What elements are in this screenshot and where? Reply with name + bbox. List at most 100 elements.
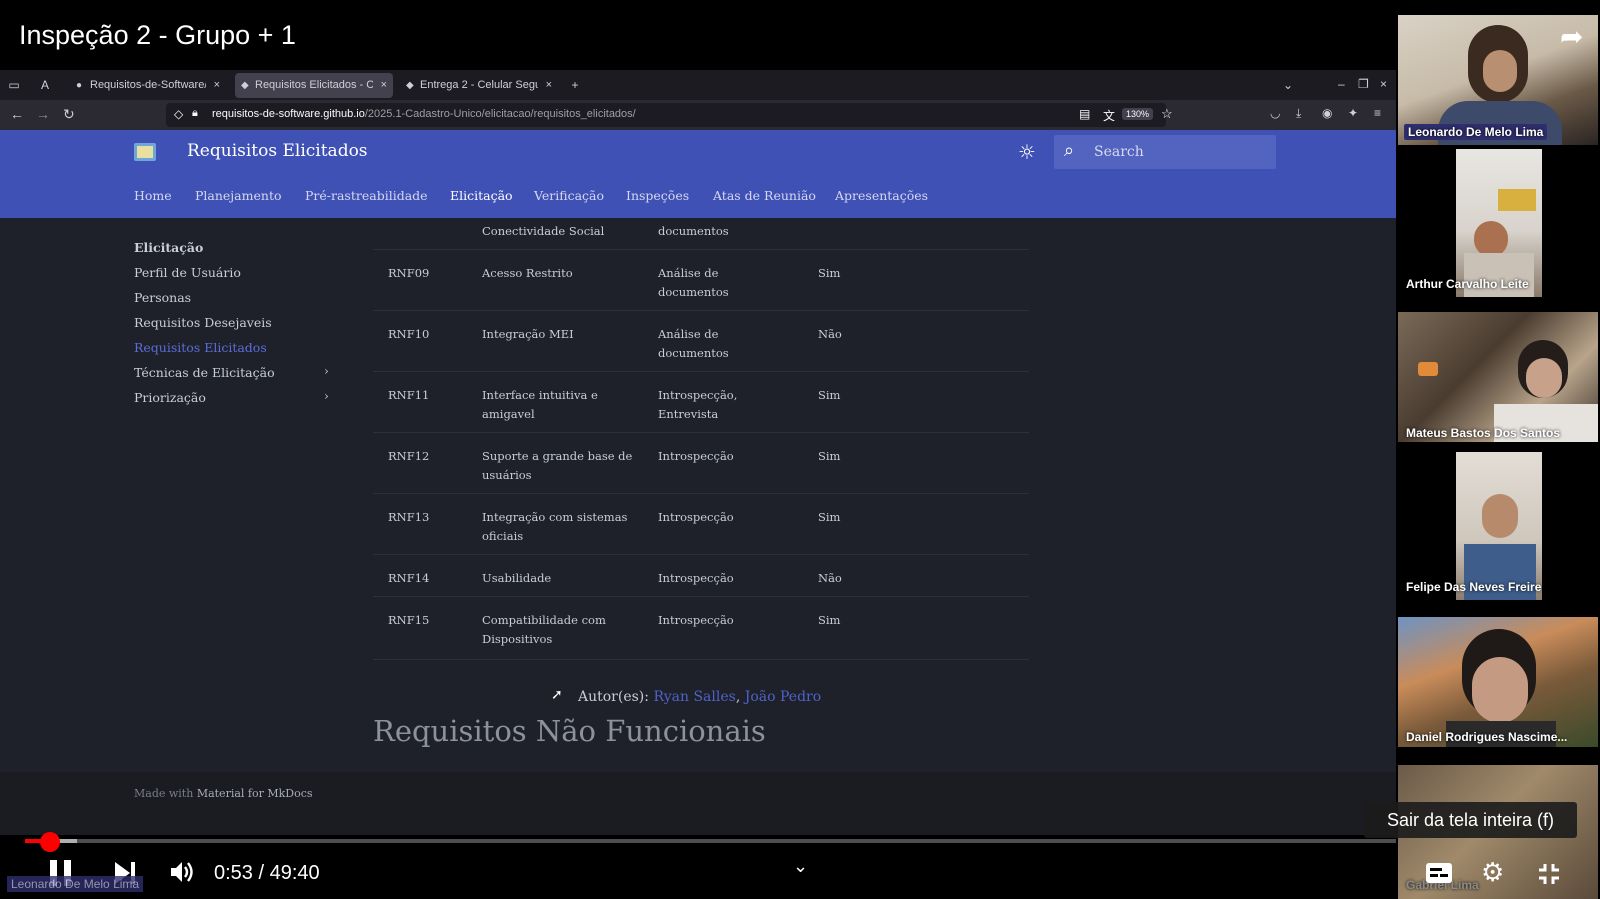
table-cell-technique: Introspecção (658, 449, 734, 463)
table-cell-technique: Entrevista (658, 407, 719, 421)
participant-name: Leonardo De Melo Lima (1404, 124, 1548, 140)
tab-label: Requisitos Elicitados - Ca (255, 79, 373, 91)
authors-line: Autor(es): Ryan Salles, João Pedro (578, 689, 822, 705)
menu-icon[interactable]: ≡ (1374, 106, 1381, 120)
site-logo[interactable] (134, 143, 156, 161)
footer-link[interactable]: Material for MkDocs (197, 787, 313, 800)
download-icon[interactable]: ⤓ (1296, 106, 1301, 121)
table-cell-id: RNF13 (388, 510, 430, 524)
table-cell-name: Interface intuitiva e (482, 388, 598, 402)
tab-list-icon[interactable]: ▭ (6, 77, 22, 93)
close-icon[interactable]: × (214, 73, 220, 98)
progress-bar[interactable] (25, 839, 1396, 843)
table-row: RNF13 Integração com sistemas oficiais I… (373, 494, 1029, 555)
table-cell-value: Sim (818, 449, 841, 463)
authors-label: Autor(es): (578, 689, 649, 705)
sidebar-item-tecnicas-de-elicitacao[interactable]: Técnicas de Elicitação (134, 365, 275, 380)
table-cell-id: RNF14 (388, 571, 430, 585)
tab-verificacao[interactable]: Verificação (534, 188, 604, 203)
tab-requisitos-de-software[interactable]: ● Requisitos-de-Software/2 × (70, 73, 226, 98)
sidebar-item-priorizacao[interactable]: Priorização (134, 390, 206, 405)
zoom-level[interactable]: 130% (1122, 108, 1154, 120)
table-cell-name: Suporte a grande base de (482, 449, 633, 463)
table-cell-technique: documentos (658, 224, 729, 238)
sidebar-item-personas[interactable]: Personas (134, 290, 191, 305)
table-cell-technique: Introspecção (658, 613, 734, 627)
time-display: 0:53 / 49:40 (214, 862, 320, 884)
reader-view-icon[interactable]: ▤ (1079, 107, 1090, 121)
table-cell-name: Dispositivos (482, 632, 553, 646)
table-cell-technique: documentos (658, 346, 729, 360)
fireplace (1418, 362, 1438, 376)
table-cell-value: Sim (818, 388, 841, 402)
exit-fullscreen-tooltip: Sair da tela inteira (f) (1364, 802, 1577, 838)
scrubber-handle[interactable] (39, 832, 60, 852)
tab-atas-de-reuniao[interactable]: Atas de Reunião (713, 188, 816, 203)
theme-toggle-icon[interactable]: ☼ (1018, 140, 1036, 164)
tab-planejamento[interactable]: Planejamento (195, 188, 282, 203)
tab-elicitacao[interactable]: Elicitação (450, 188, 513, 203)
sidebar-item-requisitos-desejaveis[interactable]: Requisitos Desejaveis (134, 315, 272, 330)
tab-pre-rastreabilidade[interactable]: Pré-rastreabilidade (305, 188, 428, 203)
participant-tile[interactable]: Daniel Rodrigues Nascime... (1396, 617, 1600, 747)
participant-tile[interactable]: Felipe Das Neves Freire (1396, 452, 1600, 600)
sidebar-heading[interactable]: Elicitação (134, 240, 203, 255)
new-tab-icon[interactable]: + (567, 77, 583, 93)
tab-label: Entrega 2 - Celular Segur (420, 79, 538, 91)
author-link[interactable]: Ryan Salles (653, 689, 735, 705)
minimize-icon[interactable]: – (1338, 77, 1345, 91)
mouse-cursor-icon: ➚ (551, 687, 563, 703)
participant-tile[interactable]: ➦ Leonardo De Melo Lima (1396, 15, 1600, 145)
site-footer: Made with Material for MkDocs (0, 772, 1396, 835)
exit-fullscreen-icon[interactable] (1537, 862, 1561, 886)
volume-icon[interactable] (168, 858, 196, 886)
chevron-down-icon[interactable]: ⌄ (1280, 77, 1296, 93)
participant-name: Daniel Rodrigues Nascime... (1406, 730, 1568, 744)
pocket-icon[interactable]: ◡ (1270, 106, 1280, 120)
restore-icon[interactable]: ❐ (1358, 77, 1369, 91)
sidebar-item-requisitos-elicitados[interactable]: Requisitos Elicitados (134, 340, 267, 355)
participant-video (1398, 312, 1598, 442)
url-text: requisitos-de-software.github.io/2025.1-… (212, 108, 636, 120)
tab-inspecoes[interactable]: Inspeções (626, 188, 689, 203)
bookmark-star-icon[interactable]: ☆ (1161, 106, 1173, 122)
chevron-right-icon[interactable]: › (324, 389, 329, 403)
chevron-down-icon[interactable]: ⌄ (793, 856, 808, 877)
pinned-tab-icon[interactable]: A (37, 77, 53, 93)
back-icon[interactable]: ← (10, 106, 24, 122)
reload-icon[interactable]: ↻ (63, 106, 75, 123)
participant-tile[interactable]: Arthur Carvalho Leite (1396, 149, 1600, 297)
author-link[interactable]: João Pedro (745, 689, 821, 705)
tab-entrega-2[interactable]: ◆ Entrega 2 - Celular Segur × (400, 73, 558, 98)
participant-object (1498, 189, 1536, 211)
share-icon[interactable]: ➦ (1560, 20, 1583, 53)
search-placeholder: Search (1094, 144, 1144, 160)
shield-icon[interactable]: ◇ (174, 107, 183, 121)
table-cell-technique: Introspecção (658, 571, 734, 585)
participant-tile[interactable]: Mateus Bastos Dos Santos (1396, 312, 1600, 442)
tab-apresentacoes[interactable]: Apresentações (835, 188, 928, 203)
account-icon[interactable]: ◉ (1322, 106, 1332, 120)
search-icon: ⌕ (1064, 140, 1075, 161)
footer-credit: Made with Material for MkDocs (134, 787, 313, 800)
forward-icon[interactable]: → (36, 106, 50, 122)
close-window-icon[interactable]: × (1380, 77, 1387, 91)
tab-requisitos-elicitados[interactable]: ◆ Requisitos Elicitados - Ca × (235, 73, 393, 98)
browser-tab-bar: ▭ A ● Requisitos-de-Software/2 × ◆ Requi… (0, 70, 1396, 100)
participant-video (1456, 452, 1542, 600)
sidebar-item-perfil-de-usuario[interactable]: Perfil de Usuário (134, 265, 241, 280)
lock-icon: 🔒︎ (192, 107, 198, 119)
url-bar[interactable]: ◇ 🔒︎ requisitos-de-software.github.io/20… (166, 103, 1173, 127)
url-host: requisitos-de-software.github.io (212, 108, 365, 120)
extensions-icon[interactable]: ✦ (1348, 106, 1358, 120)
table-row: RNF11 Interface intuitiva e amigavel Int… (373, 372, 1029, 433)
search-input[interactable]: ⌕ Search (1054, 135, 1276, 169)
participant-name: Felipe Das Neves Freire (1406, 580, 1542, 594)
close-icon[interactable]: × (546, 73, 552, 98)
tab-home[interactable]: Home (134, 188, 172, 203)
settings-icon[interactable]: ⚙ (1481, 858, 1504, 888)
close-icon[interactable]: × (381, 73, 387, 98)
translate-icon[interactable]: 文 (1103, 107, 1115, 124)
chevron-right-icon[interactable]: › (324, 364, 329, 378)
subtitles-icon[interactable] (1425, 862, 1453, 884)
